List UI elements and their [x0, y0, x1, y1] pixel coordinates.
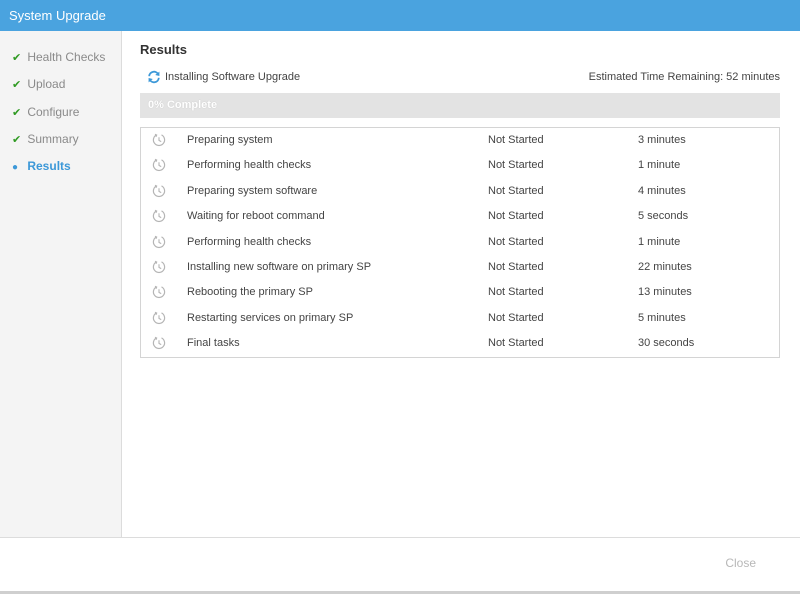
dialog-footer: Close	[0, 537, 800, 591]
task-duration: 1 minute	[638, 235, 681, 248]
pending-clock-icon	[152, 260, 166, 274]
task-duration: 4 minutes	[638, 184, 686, 197]
task-name: Final tasks	[187, 337, 240, 350]
upgrade-progress-bar: 0% Complete	[140, 93, 780, 118]
bullet-icon: ●	[12, 162, 19, 173]
upgrade-task-list: Preparing system Not Started 3 minutes Perf…	[140, 127, 780, 358]
pending-clock-icon	[152, 235, 166, 248]
results-panel: Results Installing Software Upgrade Esti…	[122, 31, 800, 537]
task-status: Not Started	[488, 184, 544, 197]
task-row: Preparing system software Not Started 4 mi…	[141, 179, 779, 204]
task-row: Performing health checks Not Started 1 min…	[141, 153, 779, 178]
pending-clock-icon	[152, 336, 166, 350]
task-name: Performing health checks	[187, 159, 312, 172]
task-row: Restarting services on primary SP Not Sta…	[141, 306, 779, 331]
check-icon: ✔	[12, 107, 22, 119]
task-name: Preparing system software	[187, 184, 318, 197]
step-upload[interactable]: ✔ Upload	[12, 74, 65, 94]
step-label: Configure	[27, 105, 80, 119]
step-health-checks[interactable]: ✔ Health Checks	[12, 47, 105, 67]
task-name: Rebooting the primary SP	[187, 286, 313, 299]
task-name: Restarting services on primary SP	[187, 311, 354, 324]
task-row: Preparing system Not Started 3 minutes	[141, 128, 779, 153]
pending-clock-icon	[152, 209, 166, 223]
pending-clock-icon	[152, 286, 166, 299]
refresh-icon	[148, 70, 160, 84]
step-results[interactable]: ● Results	[12, 156, 71, 176]
section-heading: Results	[140, 42, 187, 57]
task-name: Performing health checks	[187, 235, 312, 248]
task-duration: 22 minutes	[638, 261, 692, 273]
wizard-steps-sidebar: ✔ Health Checks ✔ Upload ✔ Configure ✔ S…	[0, 31, 122, 537]
task-duration: 5 minutes	[638, 311, 686, 324]
pending-clock-icon	[152, 159, 166, 172]
estimated-time-remaining: Estimated Time Remaining: 52 minutes	[588, 71, 780, 83]
task-row: Performing health checks Not Started 1 min…	[141, 230, 779, 255]
window-title: System Upgrade	[9, 8, 106, 23]
step-label: Health Checks	[27, 50, 106, 64]
task-row: Rebooting the primary SP Not Started 13 mi…	[141, 280, 779, 305]
task-duration: 5 seconds	[638, 210, 689, 223]
progress-label: 0% Complete	[148, 99, 218, 111]
check-icon: ✔	[12, 52, 22, 64]
upgrade-status-text: Installing Software Upgrade	[165, 71, 301, 83]
task-duration: 1 minute	[638, 159, 681, 172]
step-configure[interactable]: ✔ Configure	[12, 102, 79, 122]
task-status: Not Started	[488, 261, 544, 273]
task-row: Final tasks Not Started 30 seconds	[141, 331, 779, 356]
window-titlebar: System Upgrade	[0, 0, 800, 31]
task-status: Not Started	[488, 311, 544, 324]
step-label: Summary	[27, 132, 79, 146]
task-row: Installing new software on primary SP Not…	[141, 255, 779, 280]
task-status: Not Started	[488, 210, 544, 223]
pending-clock-icon	[152, 184, 166, 197]
close-button[interactable]: Close	[725, 556, 756, 570]
check-icon: ✔	[12, 79, 22, 91]
pending-clock-icon	[152, 311, 166, 324]
task-status: Not Started	[488, 286, 544, 299]
task-name: Waiting for reboot command	[187, 210, 325, 223]
task-duration: 30 seconds	[638, 337, 695, 350]
task-status: Not Started	[488, 337, 544, 350]
task-name: Preparing system	[187, 134, 273, 146]
task-status: Not Started	[488, 235, 544, 248]
check-icon: ✔	[12, 134, 22, 146]
step-label: Upload	[27, 77, 66, 91]
task-name: Installing new software on primary SP	[187, 261, 372, 273]
task-duration: 13 minutes	[638, 286, 692, 299]
step-label: Results	[27, 159, 71, 173]
task-status: Not Started	[488, 134, 544, 146]
task-row: Waiting for reboot command Not Started 5 s…	[141, 204, 779, 229]
task-duration: 3 minutes	[638, 134, 686, 146]
step-summary[interactable]: ✔ Summary	[12, 129, 79, 149]
pending-clock-icon	[152, 133, 166, 147]
task-status: Not Started	[488, 159, 544, 172]
